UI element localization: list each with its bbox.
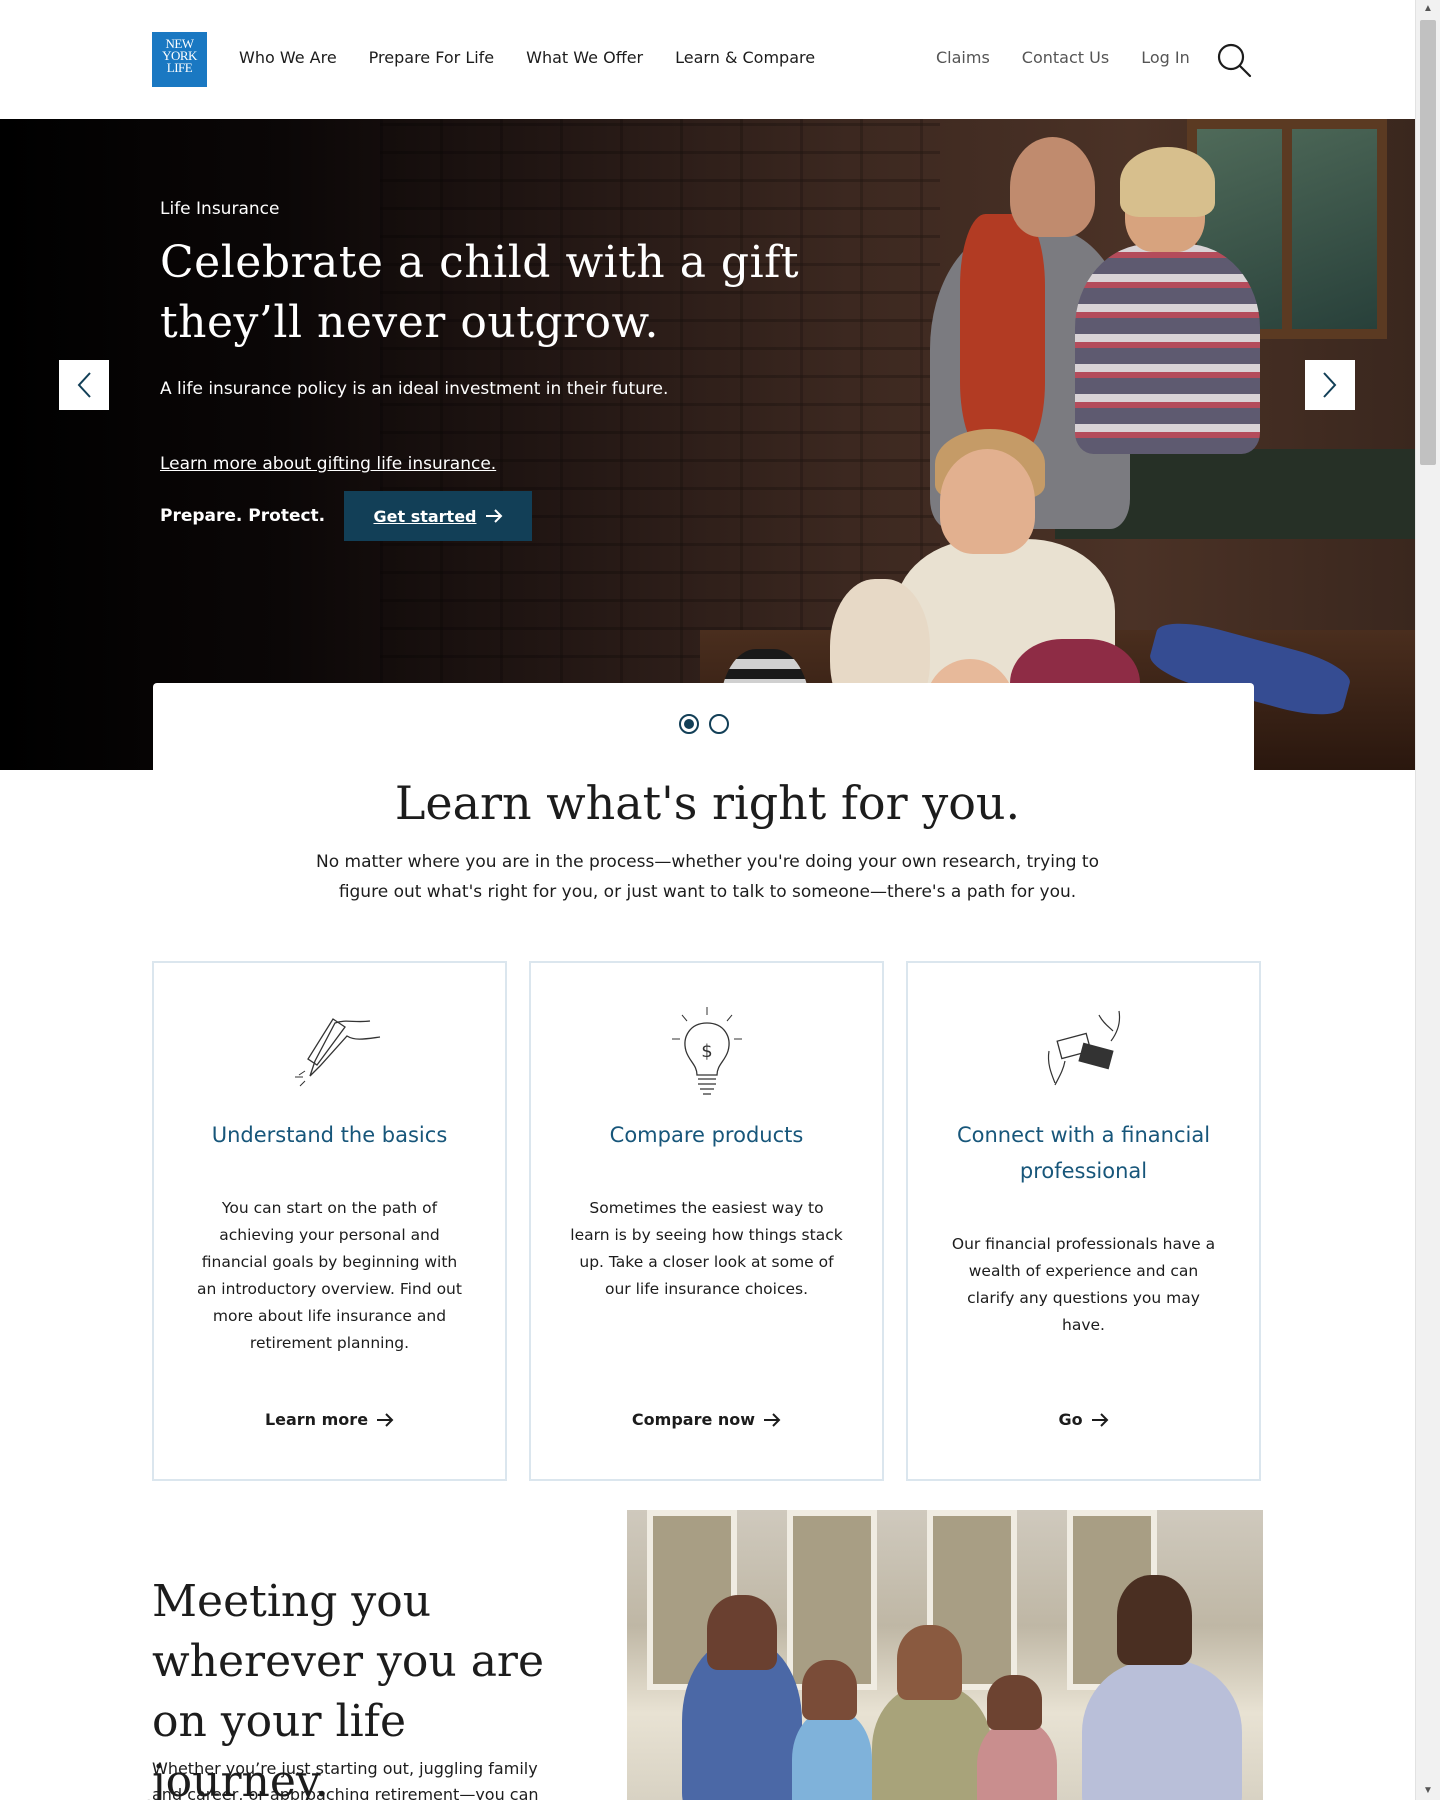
nav-prepare-for-life[interactable]: Prepare For Life [369,48,494,67]
card-title: Connect with a financial professional [956,1123,1211,1183]
hero-learn-more-link[interactable]: Learn more about gifting life insurance. [160,454,496,474]
hero-tagline: Prepare. Protect. [160,506,326,526]
family-photo-mother-head [897,1625,962,1700]
family-photo-girl-head [802,1660,857,1720]
card-title: Compare products [609,1123,804,1147]
hero-title: Celebrate a child with a gift they’ll ne… [160,237,800,348]
hero-eyebrow: Life Insurance [160,199,280,219]
nav-contact-us[interactable]: Contact Us [1022,48,1109,67]
learn-section-title: Learn what's right for you. [394,776,1021,830]
nav-learn-compare[interactable]: Learn & Compare [675,48,815,67]
learn-section-subtitle: No matter where you are in the process—w… [315,852,1099,902]
family-photo-mother [872,1685,992,1800]
go-label: Go [1058,1410,1083,1429]
hero-content: Life Insurance Celebrate a child with a … [160,199,840,541]
card-body: Sometimes the easiest way to learn is by… [570,1199,843,1298]
chevron-right-icon [1323,372,1337,398]
family-photo-father [1082,1660,1242,1800]
card-connect-professional: Connect with a financial professional Ou… [906,961,1261,1481]
site-header: NEW YORK LIFE Who We Are Prepare For Life … [0,0,1415,119]
hero-carousel: Life Insurance Celebrate a child with a … [0,119,1415,770]
arrow-right-icon [377,1412,394,1427]
hero-subtitle: A life insurance policy is an ideal inve… [160,379,669,399]
carousel-prev-button[interactable] [59,360,109,410]
card-body: Our financial professionals have a wealt… [951,1235,1216,1334]
nav-claims[interactable]: Claims [936,48,990,67]
family-photo-girl [792,1710,872,1800]
compare-now-label: Compare now [631,1410,756,1429]
search-icon[interactable] [1216,42,1252,78]
family-photo-child [977,1720,1057,1800]
page-scrollbar[interactable]: ▲ ▼ [1415,0,1440,1800]
carousel-dot-1[interactable] [678,714,699,734]
get-started-label: Get started [373,506,477,526]
new-york-life-logo[interactable]: NEW YORK LIFE [152,32,207,87]
compare-now-link[interactable]: Compare now [531,1410,882,1429]
hero-cta-row: Prepare. Protect. Get started [160,491,840,541]
family-photo-child-head [987,1675,1042,1730]
scroll-up-arrow-icon[interactable]: ▲ [1416,0,1440,18]
scroll-down-arrow-icon[interactable]: ▼ [1416,1782,1440,1800]
nav-log-in[interactable]: Log In [1141,48,1190,67]
nav-who-we-are[interactable]: Who We Are [239,48,337,67]
path-cards: Understand the basics You can start on t… [152,961,1261,1481]
learn-more-label: Learn more [264,1410,369,1429]
svg-text:$: $ [701,1041,712,1062]
hero-photo-girl-head [940,449,1035,554]
go-link[interactable]: Go [908,1410,1259,1429]
chevron-left-icon [77,372,91,398]
carousel-indicators [153,683,1254,771]
card-understand-basics: Understand the basics You can start on t… [152,961,507,1481]
learn-more-link[interactable]: Learn more [154,1410,505,1429]
meeting-body: Whether you’re just starting out, juggli… [152,1759,539,1800]
nav-what-we-offer[interactable]: What We Offer [526,48,643,67]
utility-nav: Claims Contact Us Log In [936,48,1190,67]
hero-photo-scarf [960,214,1045,454]
business-card-exchange-icon [1047,1010,1120,1086]
family-photo [627,1510,1263,1800]
arrow-right-icon [764,1412,781,1427]
scrollbar-thumb[interactable] [1420,20,1436,465]
family-photo-father-head [1117,1575,1192,1665]
carousel-dot-2[interactable] [708,714,729,734]
hero-photo-grandfather-head [1010,137,1095,237]
arrow-right-icon [485,509,502,523]
carousel-next-button[interactable] [1305,360,1355,410]
hero-photo-grandmother [1075,244,1260,454]
card-body: You can start on the path of achieving y… [197,1199,462,1352]
hero-photo-grandmother-hair [1120,147,1215,217]
arrow-right-icon [1091,1412,1108,1427]
card-title: Understand the basics [211,1123,448,1147]
get-started-button[interactable]: Get started [344,491,532,541]
primary-nav: Who We Are Prepare For Life What We Offe… [239,48,815,67]
pen-hand-icon [294,1018,380,1087]
card-compare-products: $ Compare products Sometimes the easiest… [529,961,884,1481]
lightbulb-dollar-icon: $ [671,1007,742,1095]
family-photo-teen-head [707,1595,777,1670]
